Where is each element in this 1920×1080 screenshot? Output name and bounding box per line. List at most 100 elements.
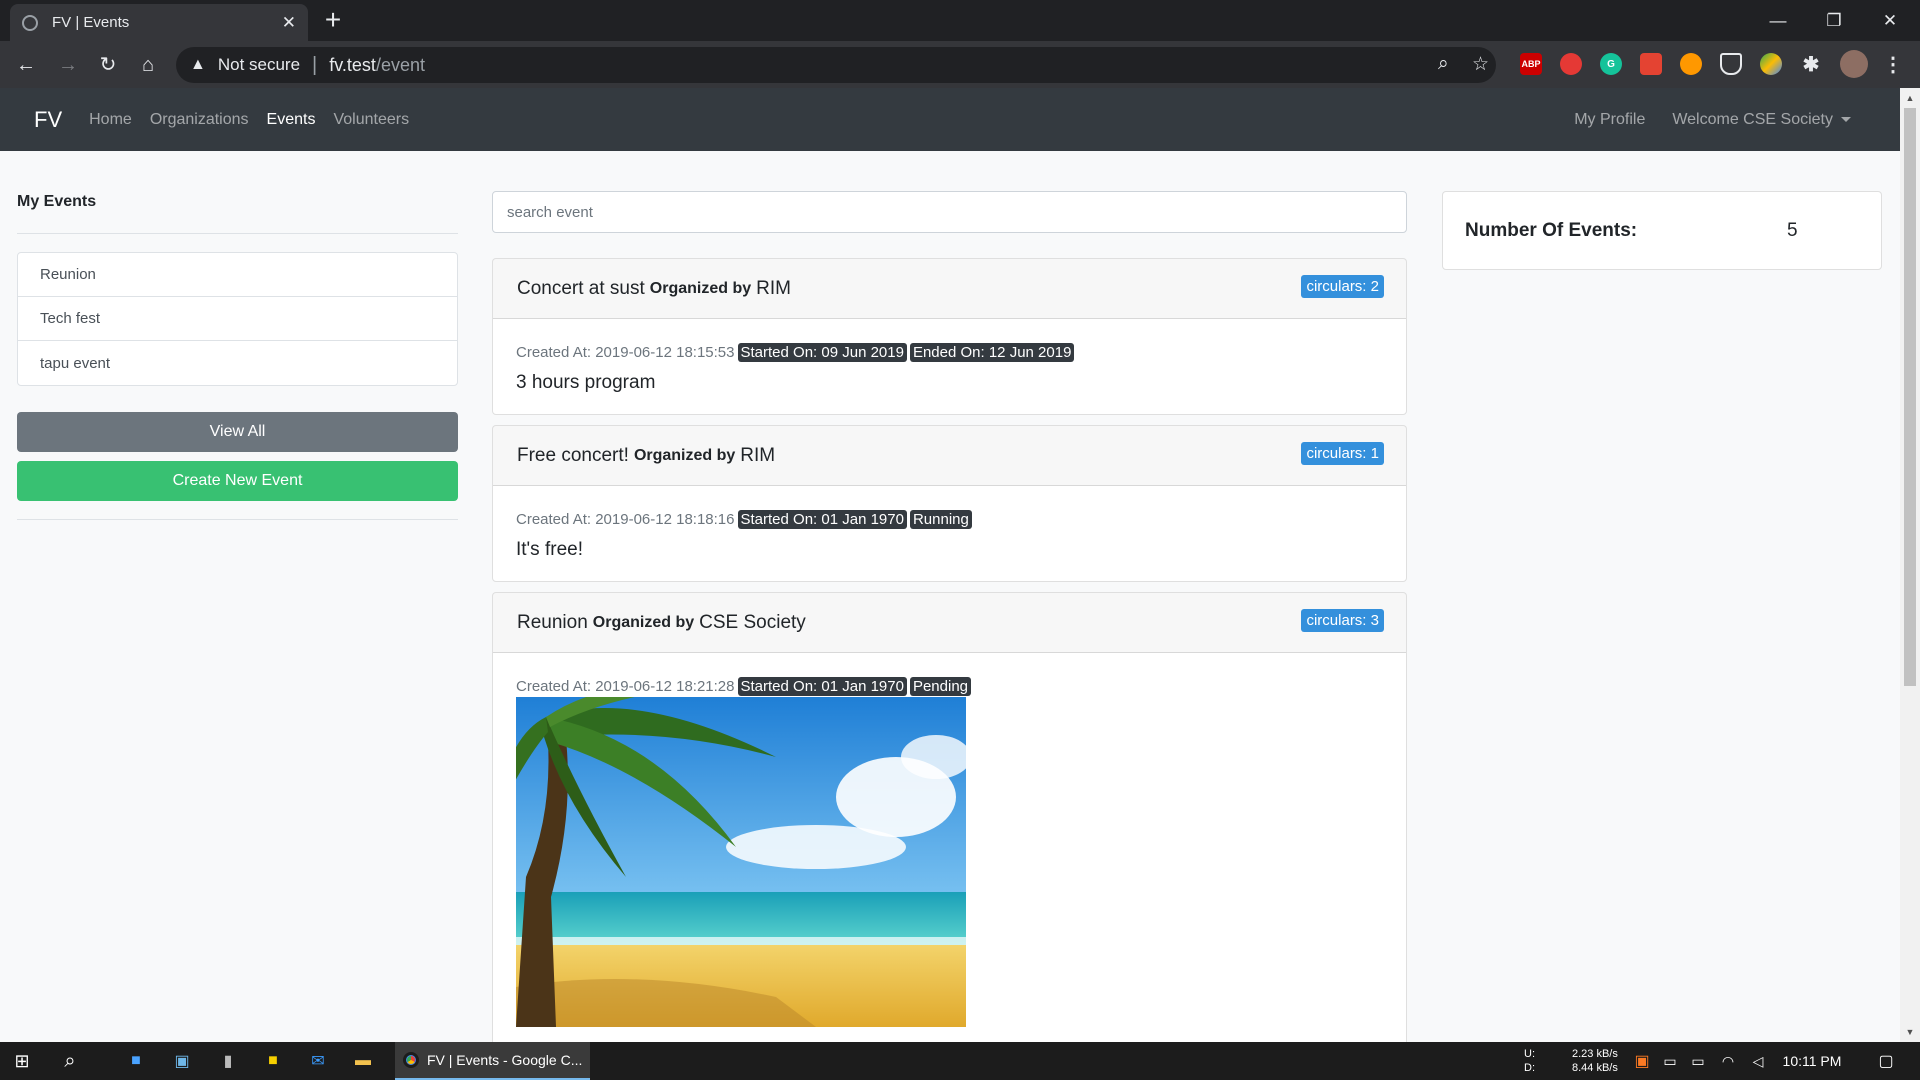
- scroll-up-icon[interactable]: ▲: [1900, 90, 1920, 106]
- reload-icon[interactable]: ↻: [92, 49, 124, 81]
- new-tab-button[interactable]: +: [318, 6, 348, 36]
- restore-icon[interactable]: ❐: [1806, 0, 1862, 41]
- todoist-icon[interactable]: [1640, 53, 1662, 75]
- event-title[interactable]: Reunion: [517, 612, 588, 634]
- nav-volunteers[interactable]: Volunteers: [333, 111, 409, 129]
- created-at: Created At: 2019-06-12 18:15:53: [516, 344, 735, 361]
- shield-icon[interactable]: [1720, 53, 1742, 75]
- xampp-icon[interactable]: ▣: [1630, 1042, 1654, 1080]
- started-badge: Started On: 09 Jun 2019: [737, 343, 907, 362]
- site-navbar: FV Home Organizations Events Volunteers …: [0, 88, 1900, 151]
- event-description: It's free!: [516, 539, 583, 560]
- list-item[interactable]: Tech fest: [18, 297, 457, 341]
- brand-logo[interactable]: FV: [34, 107, 62, 133]
- app-icon[interactable]: ▣: [164, 1042, 200, 1080]
- browser-tab[interactable]: FV | Events ✕: [10, 4, 308, 41]
- list-item[interactable]: Reunion: [18, 253, 457, 297]
- display-icon[interactable]: ▭: [1658, 1042, 1682, 1080]
- app-icon[interactable]: ■: [118, 1042, 154, 1080]
- taskbar-chrome-window[interactable]: FV | Events - Google C...: [395, 1042, 590, 1080]
- colorful-extension-icon[interactable]: [1760, 53, 1782, 75]
- sticky-notes-icon[interactable]: ■: [255, 1042, 291, 1080]
- user-dropdown[interactable]: Welcome CSE Society: [1672, 111, 1851, 129]
- status-badge: Pending: [909, 677, 972, 696]
- zoom-icon[interactable]: ⌕: [1438, 53, 1449, 75]
- view-all-button[interactable]: View All: [17, 412, 458, 452]
- warning-icon: ▲: [190, 56, 206, 73]
- close-window-icon[interactable]: ✕: [1862, 0, 1918, 41]
- net-down-label: D:: [1524, 1062, 1535, 1074]
- nav-events[interactable]: Events: [267, 111, 316, 129]
- url-host: fv.test: [329, 54, 376, 75]
- grammarly-icon[interactable]: G: [1600, 53, 1622, 75]
- created-at: Created At: 2019-06-12 18:21:28: [516, 678, 735, 695]
- my-events-list: Reunion Tech fest tapu event: [17, 252, 458, 386]
- event-title[interactable]: Free concert!: [517, 445, 629, 467]
- nav-home[interactable]: Home: [89, 111, 132, 129]
- forward-icon[interactable]: →: [52, 49, 84, 81]
- security-label[interactable]: Not secure: [218, 55, 300, 75]
- events-feed: Concert at sust Organized by RIM circula…: [492, 191, 1407, 1048]
- notifications-icon[interactable]: ▢: [1866, 1042, 1906, 1080]
- clock[interactable]: 10:11 PM: [1776, 1042, 1848, 1080]
- stop-hand-icon[interactable]: [1560, 53, 1582, 75]
- scroll-down-icon[interactable]: ▼: [1900, 1024, 1920, 1040]
- list-item[interactable]: tapu event: [18, 341, 457, 385]
- started-badge: Started On: 01 Jan 1970: [737, 510, 907, 529]
- chrome-icon: [403, 1052, 419, 1068]
- event-count-label: Number Of Events:: [1465, 219, 1638, 241]
- event-meta: Created At: 2019-06-12 18:21:28 Started …: [516, 677, 1383, 696]
- bookmark-star-icon[interactable]: ☆: [1472, 53, 1489, 76]
- event-card-body: Created At: 2019-06-12 18:18:16 Started …: [493, 486, 1406, 581]
- organized-by-label: Organized by: [592, 613, 695, 631]
- avatar[interactable]: [1840, 50, 1868, 78]
- organized-by-label: Organized by: [633, 446, 736, 464]
- menu-kebab-icon[interactable]: ⋮: [1882, 53, 1904, 76]
- home-icon[interactable]: ⌂: [132, 49, 164, 81]
- page-scrollbar[interactable]: ▲ ▼: [1900, 88, 1920, 1042]
- welcome-label: Welcome CSE Society: [1672, 110, 1833, 128]
- event-meta: Created At: 2019-06-12 18:18:16 Started …: [516, 510, 1383, 529]
- status-badge: Running: [909, 510, 972, 529]
- browser-toolbar: ← → ↻ ⌂ ▲ Not secure | fv.test /event ⌕ …: [0, 41, 1920, 88]
- tab-title: FV | Events: [52, 14, 130, 31]
- search-icon[interactable]: ⌕: [48, 1042, 92, 1080]
- circulars-badge[interactable]: circulars: 3: [1301, 609, 1384, 632]
- circulars-badge[interactable]: circulars: 1: [1301, 442, 1384, 465]
- wifi-icon[interactable]: ◠: [1716, 1042, 1740, 1080]
- divider: [17, 233, 458, 234]
- event-card-header: Free concert! Organized by RIM circulars…: [493, 426, 1406, 486]
- nav-my-profile[interactable]: My Profile: [1574, 111, 1645, 129]
- taskbar-window-label: FV | Events - Google C...: [427, 1052, 583, 1068]
- event-meta: Created At: 2019-06-12 18:15:53 Started …: [516, 343, 1383, 362]
- event-card: Free concert! Organized by RIM circulars…: [492, 425, 1407, 582]
- app-icon[interactable]: ▮: [210, 1042, 246, 1080]
- windows-start-icon[interactable]: ⊞: [0, 1042, 44, 1080]
- omnibox-divider: |: [312, 53, 318, 76]
- file-explorer-icon[interactable]: ▬: [345, 1042, 381, 1080]
- event-card: Reunion Organized by CSE Society circula…: [492, 592, 1407, 1048]
- extension-icon[interactable]: [1680, 53, 1702, 75]
- adblock-icon[interactable]: ABP: [1520, 53, 1542, 75]
- minimize-icon[interactable]: —: [1750, 0, 1806, 41]
- create-event-button[interactable]: Create New Event: [17, 461, 458, 501]
- divider: [17, 519, 458, 520]
- address-bar[interactable]: ▲ Not secure | fv.test /event ⌕ ☆: [176, 47, 1496, 83]
- stats-card: Number Of Events: 5: [1442, 191, 1882, 270]
- mail-icon[interactable]: ✉: [300, 1042, 336, 1080]
- started-badge: Started On: 01 Jan 1970: [737, 677, 907, 696]
- net-up-speed: 2.23 kB/s: [1572, 1048, 1618, 1060]
- puzzle-icon[interactable]: ✱: [1800, 53, 1822, 76]
- browser-tabbar: FV | Events ✕ + — ❐ ✕: [0, 0, 1920, 41]
- scroll-thumb[interactable]: [1904, 108, 1916, 686]
- loading-favicon-icon: [22, 14, 38, 31]
- tab-close-icon[interactable]: ✕: [282, 13, 296, 33]
- nav-organizations[interactable]: Organizations: [150, 111, 249, 129]
- event-title[interactable]: Concert at sust: [517, 278, 645, 300]
- event-card-header: Concert at sust Organized by RIM circula…: [493, 259, 1406, 319]
- battery-icon[interactable]: ▭: [1686, 1042, 1710, 1080]
- back-icon[interactable]: ←: [10, 49, 42, 81]
- circulars-badge[interactable]: circulars: 2: [1301, 275, 1384, 298]
- search-input[interactable]: [492, 191, 1407, 233]
- volume-icon[interactable]: ◁: [1746, 1042, 1770, 1080]
